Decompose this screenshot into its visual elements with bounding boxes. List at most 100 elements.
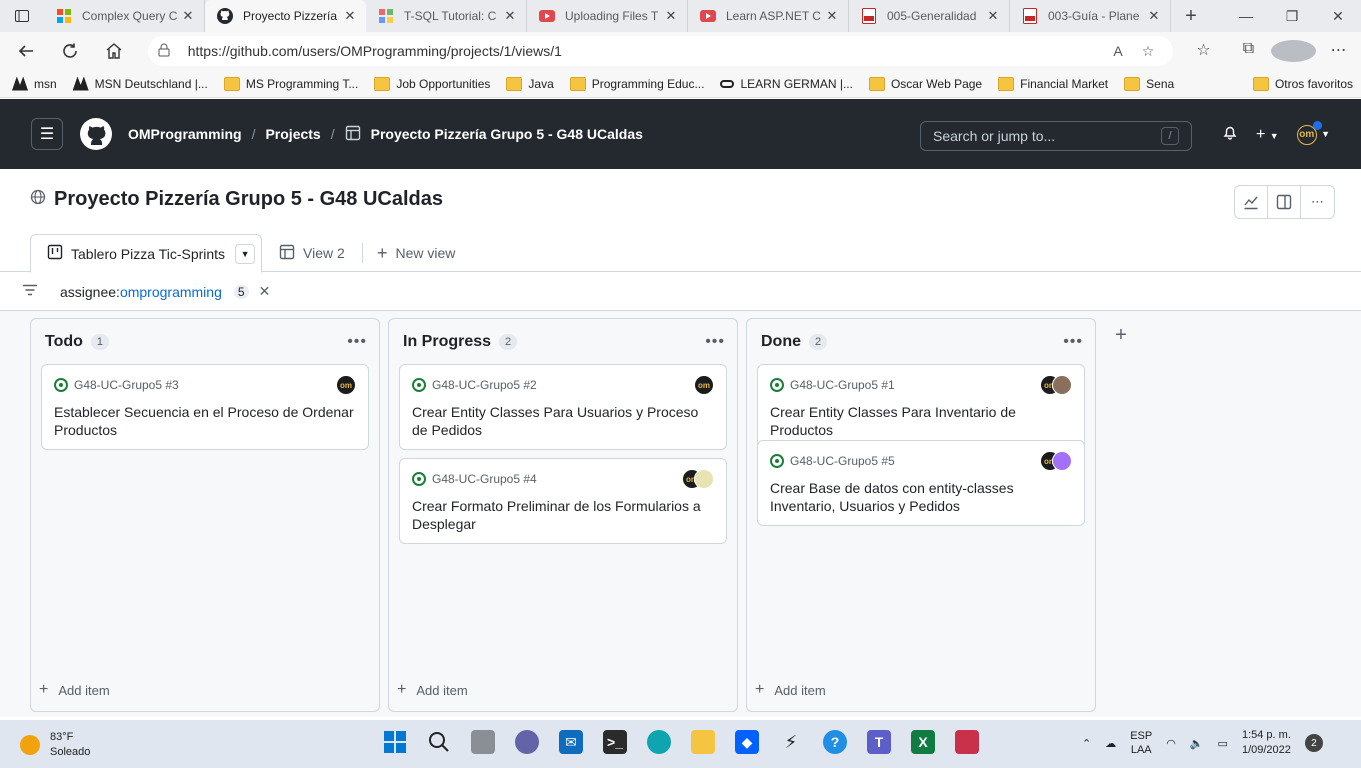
issue-card[interactable]: G48-UC-Grupo5 #5 om Crear Base de datos … bbox=[757, 440, 1085, 526]
browser-tab[interactable]: 005-Generalidad ✕ bbox=[849, 0, 1010, 32]
tab-board-view[interactable]: Tablero Pizza Tic-Sprints ▼ bbox=[30, 234, 262, 273]
issue-title[interactable]: Crear Formato Preliminar de los Formular… bbox=[412, 497, 714, 533]
user-menu-button[interactable]: om ▼ bbox=[1296, 120, 1330, 145]
close-icon[interactable]: ✕ bbox=[1146, 8, 1162, 24]
teams-icon[interactable]: T bbox=[867, 730, 891, 754]
wifi-icon[interactable]: ◠ bbox=[1166, 737, 1176, 750]
browser-tab[interactable]: T-SQL Tutorial: C ✕ bbox=[366, 0, 527, 32]
breadcrumb-project[interactable]: Proyecto Pizzería Grupo 5 - G48 UCaldas bbox=[371, 126, 643, 142]
chevron-up-icon[interactable]: ⌃ bbox=[1082, 737, 1091, 750]
favorite-folder[interactable]: Java bbox=[506, 76, 554, 91]
issue-card[interactable]: G48-UC-Grupo5 #1 om Crear Entity Classes… bbox=[757, 364, 1085, 450]
clock[interactable]: 1:54 p. m. 1/09/2022 bbox=[1242, 728, 1291, 758]
favorite-folder[interactable]: MS Programming T... bbox=[223, 76, 358, 91]
tab-actions-button[interactable] bbox=[0, 0, 44, 32]
home-button[interactable] bbox=[98, 35, 130, 67]
more-icon[interactable]: ⋯ bbox=[1316, 40, 1361, 62]
collections-icon[interactable]: ⧉ bbox=[1226, 40, 1271, 62]
issue-title[interactable]: Crear Entity Classes Para Usuarios y Pro… bbox=[412, 403, 714, 439]
favorite-folder[interactable]: Sena bbox=[1124, 76, 1174, 91]
dropbox-icon[interactable]: ◆ bbox=[735, 730, 759, 754]
back-button[interactable] bbox=[10, 35, 42, 67]
close-icon[interactable]: ✕ bbox=[985, 8, 1001, 24]
speaker-icon[interactable]: 🔈 bbox=[1190, 737, 1204, 750]
favorite-folder[interactable]: Job Opportunities bbox=[374, 76, 490, 91]
breadcrumb-owner[interactable]: OMProgramming bbox=[128, 126, 242, 142]
visual-studio-code-icon[interactable]: ⚡ bbox=[779, 730, 803, 754]
browser-tab[interactable]: Uploading Files T ✕ bbox=[527, 0, 688, 32]
insights-icon[interactable] bbox=[1235, 186, 1268, 218]
issue-title[interactable]: Crear Entity Classes Para Inventario de … bbox=[770, 403, 1072, 439]
add-item-button[interactable]: + Add item bbox=[755, 681, 826, 699]
favorite-folder[interactable]: Financial Market bbox=[998, 76, 1108, 91]
url-field[interactable]: https://github.com/users/OMProgramming/p… bbox=[147, 36, 1173, 66]
browser-tab[interactable]: 003-Guía - Plane ✕ bbox=[1010, 0, 1171, 32]
minimize-icon[interactable]: — bbox=[1223, 8, 1269, 25]
menu-button[interactable]: ☰ bbox=[31, 118, 63, 150]
breadcrumb-projects[interactable]: Projects bbox=[265, 126, 320, 142]
terminal-icon[interactable]: >_ bbox=[603, 730, 627, 754]
add-item-button[interactable]: + Add item bbox=[397, 681, 468, 699]
new-tab-button[interactable]: + bbox=[1171, 5, 1211, 28]
browser-tab-active[interactable]: Proyecto Pizzería ✕ bbox=[205, 0, 366, 32]
mail-icon[interactable]: ✉ bbox=[559, 730, 583, 754]
tab-view-2[interactable]: View 2 bbox=[279, 234, 345, 272]
add-favorite-icon[interactable]: ☆ bbox=[1133, 43, 1163, 60]
chat-icon[interactable] bbox=[515, 730, 539, 754]
search-icon[interactable] bbox=[427, 730, 451, 754]
close-icon[interactable]: ✕ bbox=[502, 8, 518, 24]
language-indicator[interactable]: ESP LAA bbox=[1130, 729, 1152, 757]
snipping-tool-icon[interactable] bbox=[955, 730, 979, 754]
task-view-icon[interactable] bbox=[471, 730, 495, 754]
column-menu-icon[interactable]: ••• bbox=[347, 333, 367, 351]
kebab-icon[interactable]: ⋯ bbox=[1301, 186, 1334, 218]
browser-tab[interactable]: Complex Query C ✕ bbox=[44, 0, 205, 32]
file-explorer-icon[interactable] bbox=[691, 730, 715, 754]
column-menu-icon[interactable]: ••• bbox=[1063, 333, 1083, 351]
notification-badge[interactable]: 2 bbox=[1304, 734, 1323, 752]
add-item-button[interactable]: + Add item bbox=[39, 681, 110, 699]
cloud-icon[interactable]: ☁ bbox=[1105, 737, 1116, 750]
start-icon[interactable] bbox=[383, 730, 407, 754]
weather-widget[interactable]: 83°F Soleado bbox=[20, 730, 90, 760]
favorite-item[interactable]: LEARN GERMAN |... bbox=[720, 77, 853, 91]
favorite-item[interactable]: msn bbox=[12, 76, 57, 91]
help-icon[interactable]: ? bbox=[823, 730, 847, 754]
favorites-icon[interactable]: ☆ bbox=[1181, 40, 1226, 62]
favorite-folder[interactable]: Programming Educ... bbox=[569, 76, 704, 91]
profile-button[interactable] bbox=[1270, 40, 1316, 62]
close-icon[interactable]: ✕ bbox=[180, 8, 196, 24]
close-icon[interactable]: ✕ bbox=[342, 8, 358, 24]
filter-bar[interactable]: assignee: omprogramming 5 ✕ bbox=[0, 273, 1361, 311]
excel-icon[interactable]: X bbox=[911, 730, 935, 754]
issue-card[interactable]: G48-UC-Grupo5 #3 om Establecer Secuencia… bbox=[41, 364, 369, 450]
battery-icon[interactable]: ▭ bbox=[1218, 737, 1228, 750]
new-view-button[interactable]: + New view bbox=[362, 243, 455, 263]
add-column-button[interactable]: + bbox=[1105, 319, 1137, 351]
favorite-label: Java bbox=[528, 76, 554, 91]
clear-filter-icon[interactable]: ✕ bbox=[259, 283, 271, 300]
favorite-folder[interactable]: Oscar Web Page bbox=[868, 76, 982, 91]
search-input[interactable]: Search or jump to... / bbox=[920, 121, 1192, 151]
close-icon[interactable]: ✕ bbox=[824, 8, 840, 24]
refresh-button[interactable] bbox=[54, 35, 86, 67]
edge-icon[interactable] bbox=[647, 730, 671, 754]
browser-tab[interactable]: Learn ASP.NET C ✕ bbox=[688, 0, 849, 32]
issue-title[interactable]: Crear Base de datos con entity-classes I… bbox=[770, 479, 1072, 515]
window-close-icon[interactable]: ✕ bbox=[1315, 8, 1361, 25]
issue-card[interactable]: G48-UC-Grupo5 #4 om Crear Formato Prelim… bbox=[399, 458, 727, 544]
create-new-button[interactable]: + ▼ bbox=[1256, 126, 1279, 144]
side-panel-icon[interactable] bbox=[1268, 186, 1301, 218]
other-favorites-folder[interactable]: Otros favoritos bbox=[1252, 76, 1353, 91]
read-aloud-icon[interactable]: A bbox=[1103, 43, 1133, 59]
github-logo-icon[interactable] bbox=[80, 118, 112, 150]
favorite-item[interactable]: MSN Deutschland |... bbox=[72, 76, 208, 91]
bell-icon[interactable] bbox=[1222, 124, 1238, 145]
issue-title[interactable]: Establecer Secuencia en el Proceso de Or… bbox=[54, 403, 356, 439]
issue-card[interactable]: G48-UC-Grupo5 #2 om Crear Entity Classes… bbox=[399, 364, 727, 450]
close-icon[interactable]: ✕ bbox=[663, 8, 679, 24]
restore-icon[interactable]: ❐ bbox=[1269, 8, 1315, 25]
column-menu-icon[interactable]: ••• bbox=[705, 333, 725, 351]
view-options-button[interactable]: ▼ bbox=[235, 243, 256, 264]
filter-icon[interactable] bbox=[22, 282, 38, 301]
